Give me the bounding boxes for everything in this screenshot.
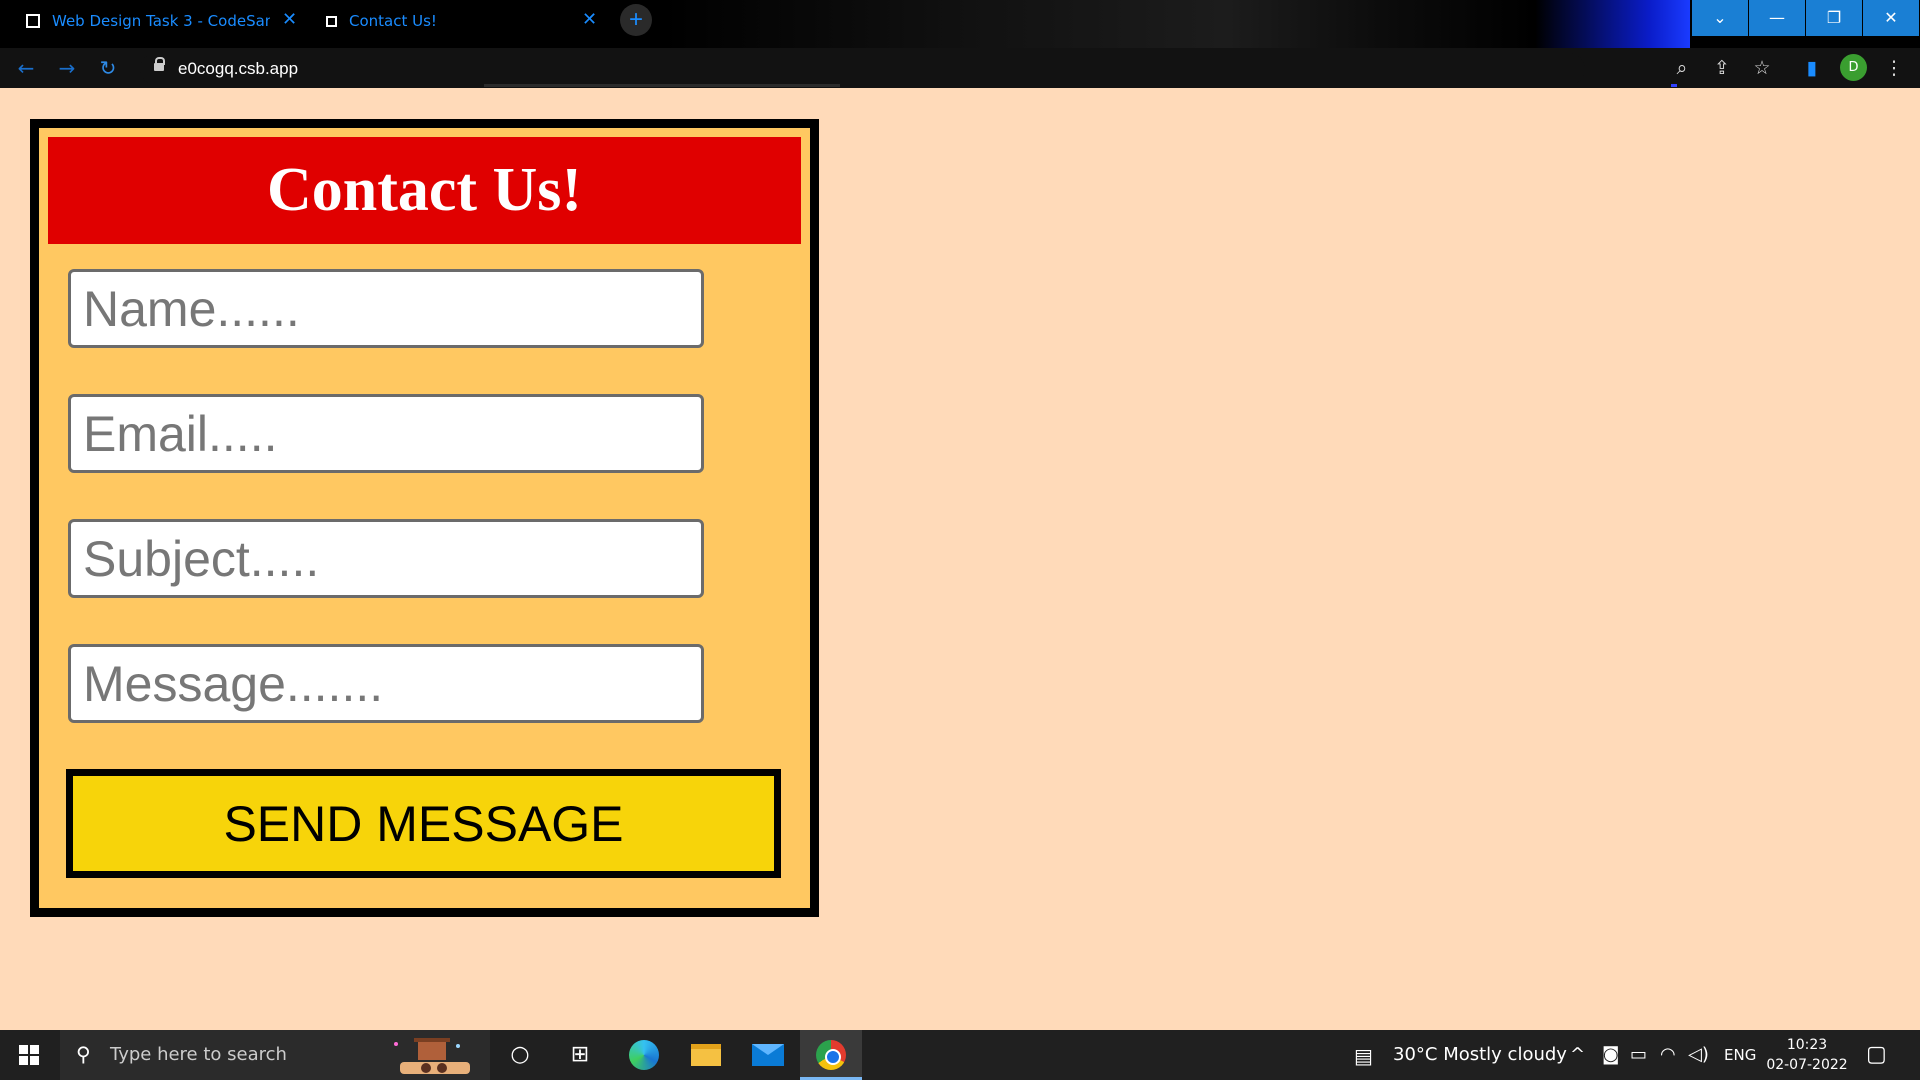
restore-button[interactable]: ❐: [1806, 0, 1862, 36]
language-indicator[interactable]: ENG: [1724, 1046, 1756, 1064]
minimize-button[interactable]: —: [1749, 0, 1805, 36]
reload-icon[interactable]: ↻: [94, 54, 122, 82]
forward-arrow-icon[interactable]: →: [53, 54, 81, 82]
task-view-icon[interactable]: ⊞: [554, 1030, 606, 1080]
search-placeholder: Type here to search: [110, 1044, 287, 1065]
page-title: Contact Us!: [266, 156, 583, 224]
address-bar[interactable]: e0cogq.csb.app: [140, 53, 1585, 85]
notification-icon[interactable]: ▢: [1866, 1042, 1887, 1067]
email-field[interactable]: [68, 394, 704, 473]
menu-kebab-icon[interactable]: ⋮: [1880, 54, 1908, 82]
taskbar-search-box[interactable]: ⚲ Type here to search: [60, 1030, 490, 1080]
meet-now-icon[interactable]: ◙: [1602, 1044, 1619, 1065]
windows-start-icon[interactable]: [19, 1045, 39, 1065]
close-tab-icon[interactable]: ✕: [582, 9, 597, 30]
tab-web-design-task[interactable]: Web Design Task 3 - CodeSandbox ✕: [26, 0, 301, 42]
tab-title: Contact Us!: [349, 12, 437, 30]
new-tab-button[interactable]: +: [620, 4, 652, 36]
profile-avatar[interactable]: D: [1840, 54, 1867, 81]
close-window-button[interactable]: ✕: [1863, 0, 1919, 36]
tab-search-dropdown-button[interactable]: ⌄: [1692, 0, 1748, 36]
close-tab-icon[interactable]: ✕: [282, 9, 297, 30]
tab-title: Web Design Task 3 - CodeSandbox: [52, 12, 270, 30]
codesandbox-favicon-icon: [26, 14, 40, 28]
url-text[interactable]: e0cogq.csb.app: [178, 59, 298, 79]
subject-field[interactable]: [68, 519, 704, 598]
tab-bar-background: [660, 0, 1690, 48]
search-icon: ⚲: [76, 1042, 91, 1066]
back-arrow-icon[interactable]: ←: [12, 54, 40, 82]
battery-icon[interactable]: ▭: [1630, 1044, 1647, 1065]
bookmark-star-icon[interactable]: ☆: [1748, 54, 1776, 82]
browser-tab-bar: Web Design Task 3 - CodeSandbox ✕ Contac…: [0, 0, 1920, 48]
chevron-up-icon[interactable]: ^: [1570, 1044, 1585, 1065]
tab-contact-us[interactable]: Contact Us! ✕: [326, 0, 602, 42]
clock-date: 02-07-2022: [1766, 1057, 1848, 1073]
system-clock[interactable]: 10:23 02-07-2022: [1760, 1035, 1854, 1075]
chrome-taskbar-icon[interactable]: [800, 1030, 862, 1080]
name-field[interactable]: [68, 269, 704, 348]
edge-browser-icon[interactable]: [618, 1030, 670, 1080]
wifi-icon[interactable]: ◠: [1660, 1044, 1676, 1065]
weather-text[interactable]: 30°C Mostly cloudy: [1393, 1044, 1567, 1065]
scroll-marker: [1671, 84, 1677, 87]
side-panel-icon[interactable]: ▮: [1798, 54, 1826, 82]
share-icon[interactable]: ⇪: [1708, 54, 1736, 82]
browser-toolbar: ← → ↻ e0cogq.csb.app ⌕ ⇪ ☆ ▮ D ⋮: [0, 48, 1920, 88]
page-favicon-icon: [326, 15, 337, 27]
horizontal-scroll-indicator: [484, 84, 840, 87]
mail-icon[interactable]: [742, 1030, 794, 1080]
zoom-icon[interactable]: ⌕: [1668, 54, 1696, 82]
search-highlight-illustration: [394, 1038, 470, 1074]
volume-icon[interactable]: ◁): [1688, 1044, 1709, 1065]
cortana-icon[interactable]: ○: [494, 1030, 546, 1080]
windows-taskbar: ⚲ Type here to search ○ ⊞ ▤ 30°C Mostly …: [0, 1030, 1920, 1080]
file-explorer-icon[interactable]: [680, 1030, 732, 1080]
message-field[interactable]: [68, 644, 704, 723]
weather-icon[interactable]: ▤: [1354, 1044, 1373, 1068]
clock-time: 10:23: [1786, 1037, 1828, 1053]
send-message-button[interactable]: SEND MESSAGE: [66, 769, 781, 878]
form-header: Contact Us!: [48, 137, 801, 244]
contact-form-card: Contact Us! SEND MESSAGE: [30, 119, 819, 917]
lock-icon: [154, 57, 165, 74]
